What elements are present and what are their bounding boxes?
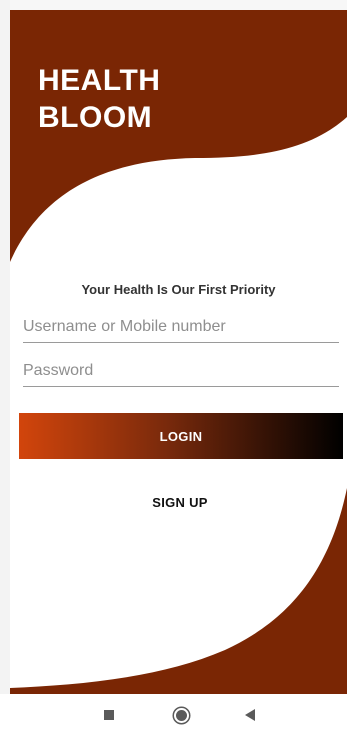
app-name-line2: BLOOM	[38, 101, 153, 134]
bottom-wave-shape	[10, 488, 347, 694]
password-input[interactable]	[23, 356, 339, 387]
recents-button[interactable]	[96, 702, 122, 728]
top-wave-shape	[10, 10, 347, 262]
signup-button[interactable]: SIGN UP	[130, 488, 230, 516]
app-logo-title: HEALTH BLOOM	[38, 62, 160, 136]
square-recents-icon	[104, 710, 114, 720]
login-screen: HEALTH BLOOM Your Health Is Our First Pr…	[10, 10, 347, 694]
circle-home-icon	[175, 709, 187, 721]
back-button[interactable]	[237, 702, 263, 728]
tagline: Your Health Is Our First Priority	[81, 282, 276, 297]
home-button[interactable]	[168, 702, 194, 728]
triangle-back-icon	[245, 709, 255, 721]
status-edge	[0, 0, 347, 10]
screen-left-edge	[0, 0, 10, 736]
login-button[interactable]: LOGIN	[19, 413, 343, 459]
system-nav-bar	[0, 694, 347, 736]
app-name-line1: HEALTH	[38, 64, 161, 97]
username-input[interactable]	[23, 312, 339, 343]
